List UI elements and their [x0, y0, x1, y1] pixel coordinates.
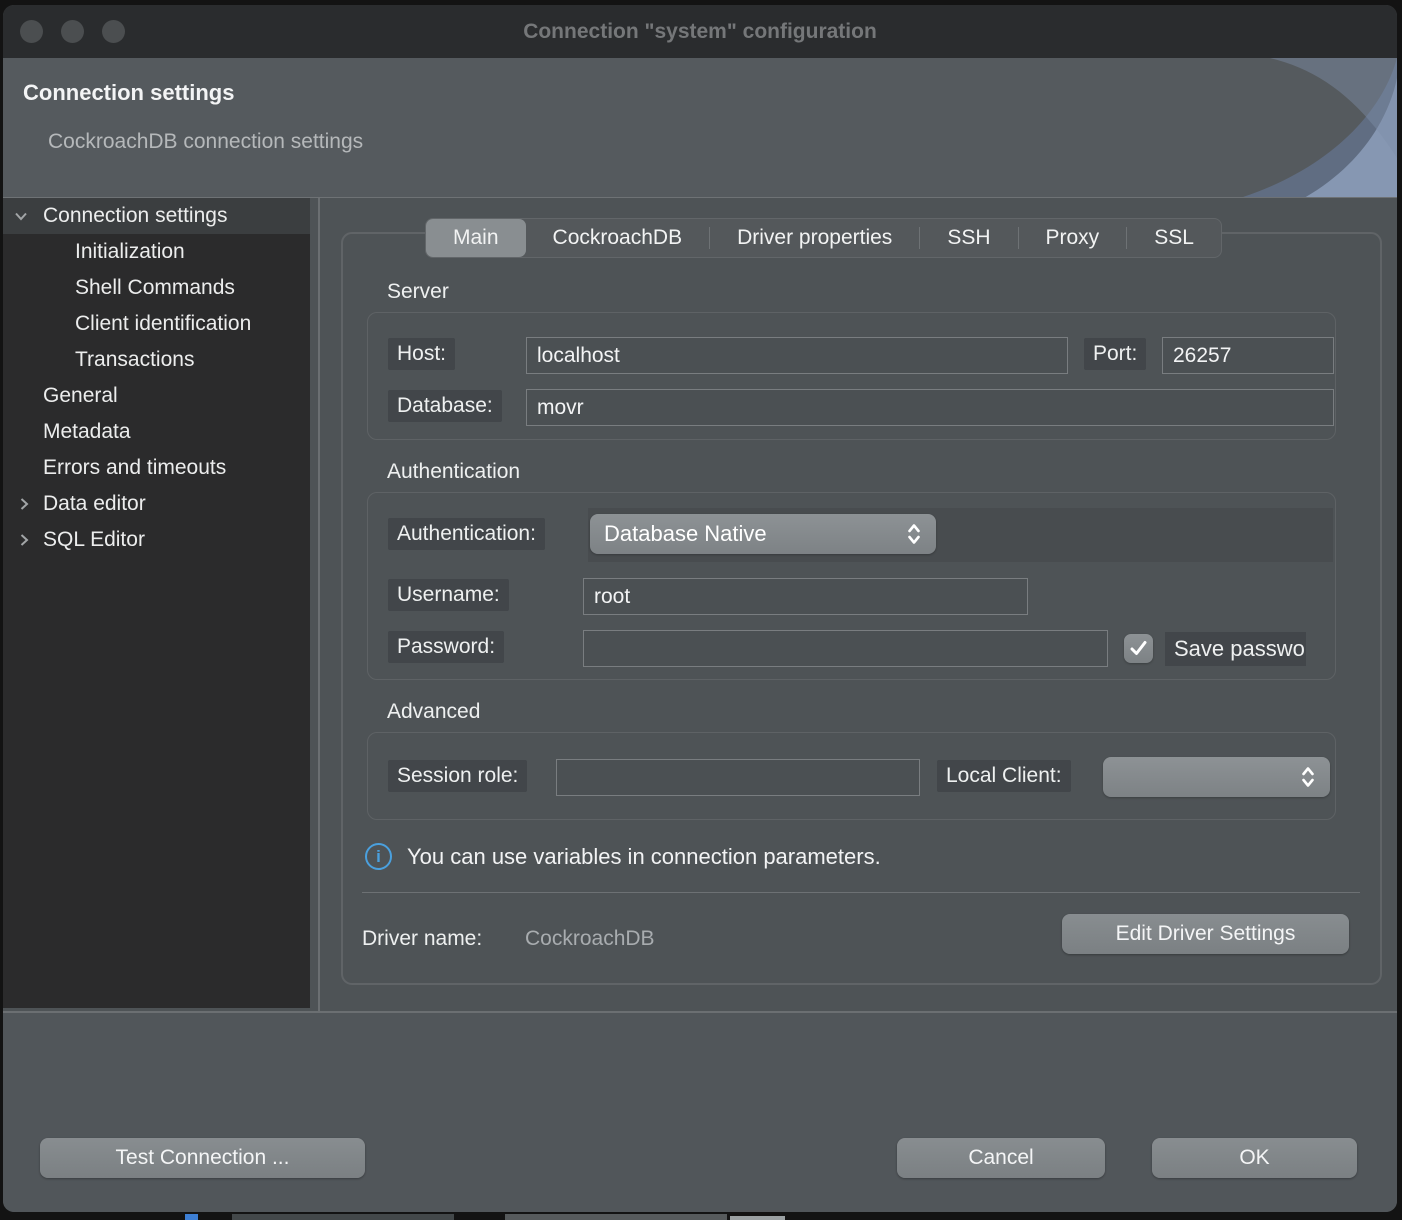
database-label: Database: — [388, 390, 502, 422]
checkmark-icon — [1129, 639, 1148, 658]
header-swoosh-decoration — [1092, 58, 1397, 198]
driver-name-label: Driver name: — [362, 927, 482, 951]
titlebar: Connection "system" configuration — [3, 5, 1397, 58]
tree-item-label: Shell Commands — [3, 276, 235, 300]
local-client-label: Local Client: — [937, 760, 1071, 792]
authentication-select[interactable]: Database Native — [590, 514, 936, 554]
cancel-button[interactable]: Cancel — [897, 1138, 1105, 1178]
dock-sliver — [730, 1216, 785, 1220]
port-label: Port: — [1084, 338, 1146, 370]
popup-arrows-icon — [906, 521, 922, 547]
traffic-lights — [20, 20, 125, 43]
dock-sliver — [185, 1214, 198, 1220]
dock-sliver — [232, 1214, 454, 1220]
info-icon: i — [365, 843, 392, 870]
chevron-down-icon[interactable] — [13, 208, 29, 224]
sidebar-divider — [318, 198, 320, 1012]
save-password-label-clip: Save password — [1165, 630, 1306, 667]
tree-item-metadata[interactable]: Metadata — [3, 414, 310, 450]
window-title: Connection "system" configuration — [523, 20, 877, 44]
advanced-group: Session role: Local Client: — [367, 732, 1336, 820]
footer: Test Connection ... Cancel OK — [3, 1013, 1397, 1212]
authentication-select-value: Database Native — [604, 521, 767, 547]
tree-item-transactions[interactable]: Transactions — [3, 342, 310, 378]
tree-item-initialization[interactable]: Initialization — [3, 234, 310, 270]
password-label: Password: — [388, 631, 504, 663]
host-input[interactable] — [526, 337, 1068, 374]
connection-configuration-dialog: Connection "system" configuration Connec… — [3, 5, 1397, 1212]
tree-item-label: Client identification — [3, 312, 251, 336]
tree-item-errors-and-timeouts[interactable]: Errors and timeouts — [3, 450, 310, 486]
port-input[interactable] — [1162, 337, 1334, 374]
popup-arrows-icon — [1300, 764, 1316, 790]
variables-info-text: You can use variables in connection para… — [407, 844, 881, 870]
tree-item-shell-commands[interactable]: Shell Commands — [3, 270, 310, 306]
tree-item-data-editor[interactable]: Data editor — [3, 486, 310, 522]
session-role-label: Session role: — [388, 760, 527, 792]
tree-item-label: Connection settings — [3, 204, 227, 228]
chevron-right-icon[interactable] — [16, 496, 32, 512]
tree-item-label: Transactions — [3, 348, 194, 372]
tree-item-label: Initialization — [3, 240, 185, 264]
local-client-select[interactable] — [1103, 757, 1330, 797]
page-title: Connection settings — [23, 80, 234, 106]
host-label: Host: — [388, 338, 455, 370]
tab-driver-properties[interactable]: Driver properties — [710, 219, 919, 257]
dialog-header: Connection settings CockroachDB connecti… — [3, 58, 1397, 198]
main-tab-panel: Server Host: Port: Database: Authenticat… — [341, 232, 1382, 985]
settings-tree: Connection settings Initialization Shell… — [3, 198, 310, 1008]
tab-cockroachdb[interactable]: CockroachDB — [526, 219, 710, 257]
tab-proxy[interactable]: Proxy — [1019, 219, 1127, 257]
authentication-group-title: Authentication — [387, 460, 520, 484]
authentication-group: Authentication: Database Native Username… — [367, 492, 1336, 680]
tree-item-general[interactable]: General — [3, 378, 310, 414]
tab-ssl[interactable]: SSL — [1127, 219, 1221, 257]
tree-item-label: Errors and timeouts — [3, 456, 226, 480]
dock-sliver — [505, 1214, 727, 1220]
server-group-title: Server — [387, 280, 449, 304]
test-connection-button[interactable]: Test Connection ... — [40, 1138, 365, 1178]
close-window-icon[interactable] — [20, 20, 43, 43]
tree-item-connection-settings[interactable]: Connection settings — [3, 198, 310, 234]
edit-driver-settings-button[interactable]: Edit Driver Settings — [1062, 914, 1349, 954]
database-input[interactable] — [526, 389, 1334, 426]
tab-ssh[interactable]: SSH — [920, 219, 1017, 257]
variables-info-row: i You can use variables in connection pa… — [365, 843, 881, 870]
advanced-group-title: Advanced — [387, 700, 480, 724]
tree-item-label: General — [3, 384, 118, 408]
password-input[interactable] — [583, 630, 1108, 667]
tree-item-label: Metadata — [3, 420, 131, 444]
tree-item-sql-editor[interactable]: SQL Editor — [3, 522, 310, 558]
server-group: Host: Port: Database: — [367, 312, 1336, 440]
chevron-right-icon[interactable] — [16, 532, 32, 548]
page-subtitle: CockroachDB connection settings — [48, 130, 363, 154]
username-input[interactable] — [583, 578, 1028, 615]
tab-main[interactable]: Main — [426, 219, 526, 257]
screen: Connection "system" configuration Connec… — [0, 0, 1402, 1220]
driver-name-value: CockroachDB — [525, 927, 655, 951]
panel-divider — [362, 892, 1360, 893]
session-role-input[interactable] — [556, 759, 920, 796]
save-password-checkbox[interactable] — [1124, 634, 1153, 663]
zoom-window-icon[interactable] — [102, 20, 125, 43]
tab-bar: Main CockroachDB Driver properties SSH P… — [425, 218, 1222, 258]
save-password-label: Save password — [1165, 632, 1306, 666]
tree-item-client-identification[interactable]: Client identification — [3, 306, 310, 342]
authentication-label: Authentication: — [388, 518, 545, 550]
minimize-window-icon[interactable] — [61, 20, 84, 43]
username-label: Username: — [388, 579, 509, 611]
ok-button[interactable]: OK — [1152, 1138, 1357, 1178]
